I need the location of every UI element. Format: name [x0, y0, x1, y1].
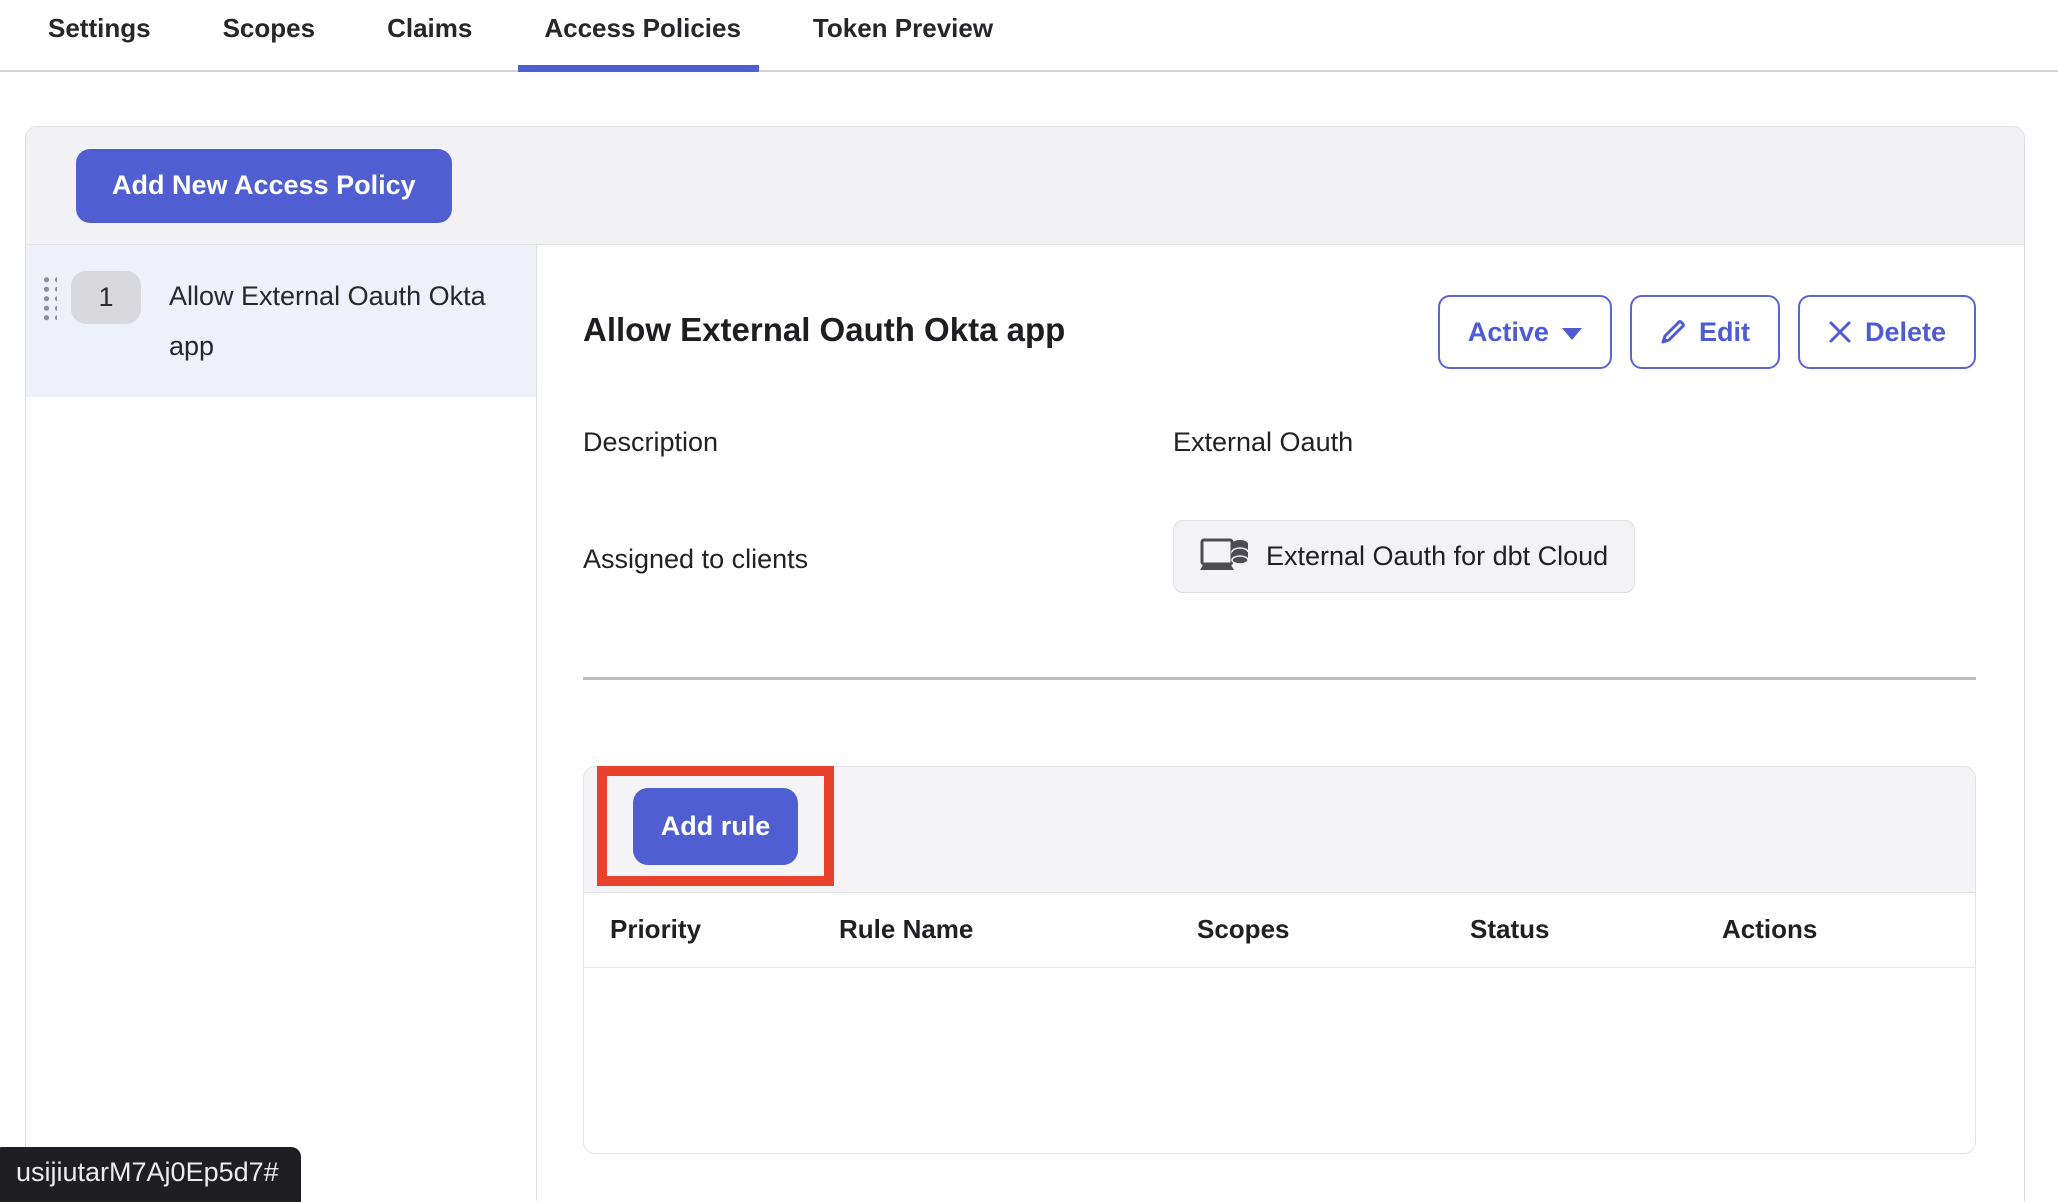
column-header-actions: Actions [1722, 893, 1975, 967]
assigned-clients-label: Assigned to clients [583, 544, 1173, 575]
panel-body: 1 Allow External Oauth Okta app Allow Ex… [26, 245, 2024, 1201]
rules-table-empty-body [584, 967, 1975, 1153]
column-header-priority: Priority [584, 893, 839, 967]
add-rule-button[interactable]: Add rule [633, 788, 798, 865]
tab-claims[interactable]: Claims [387, 13, 472, 70]
laptop-database-icon [1200, 536, 1250, 578]
policy-priority-badge: 1 [71, 271, 141, 324]
caret-down-icon [1562, 328, 1582, 340]
status-label: Active [1468, 317, 1549, 348]
tab-token-preview[interactable]: Token Preview [813, 13, 993, 70]
drag-handle-icon[interactable] [40, 274, 57, 324]
policy-detail-header: Allow External Oauth Okta app Active Edi… [583, 295, 1976, 369]
panel-header: Add New Access Policy [26, 127, 2024, 245]
policy-list: 1 Allow External Oauth Okta app [26, 245, 537, 1201]
policy-list-item-label: Allow External Oauth Okta app [169, 271, 512, 371]
tab-bar: Settings Scopes Claims Access Policies T… [0, 0, 2058, 72]
tab-settings[interactable]: Settings [48, 13, 151, 70]
column-header-status: Status [1470, 893, 1722, 967]
rules-table-header-row: Priority Rule Name Scopes Status Actions [584, 893, 1975, 967]
status-dropdown-button[interactable]: Active [1438, 295, 1612, 369]
delete-label: Delete [1865, 317, 1946, 348]
client-chip: External Oauth for dbt Cloud [1173, 520, 1635, 593]
add-new-access-policy-button[interactable]: Add New Access Policy [76, 149, 452, 223]
delete-button[interactable]: Delete [1798, 295, 1976, 369]
tab-access-policies[interactable]: Access Policies [544, 13, 741, 70]
policy-title: Allow External Oauth Okta app [583, 311, 1065, 349]
edit-label: Edit [1699, 317, 1750, 348]
column-header-rule-name: Rule Name [839, 893, 1197, 967]
client-chip-label: External Oauth for dbt Cloud [1266, 541, 1608, 572]
pencil-icon [1660, 319, 1686, 345]
close-icon [1828, 320, 1852, 344]
red-highlight-annotation: Add rule [597, 766, 834, 886]
access-policies-panel: Add New Access Policy 1 Allow External O… [25, 126, 2025, 1202]
column-header-scopes: Scopes [1197, 893, 1470, 967]
rules-table: Priority Rule Name Scopes Status Actions [584, 893, 1975, 1153]
description-value: External Oauth [1173, 427, 1976, 458]
rules-card: Add rule Priority Rule Name Scopes Statu… [583, 766, 1976, 1154]
status-bar-url-tooltip: usijiutarM7Aj0Ep5d7# [0, 1147, 301, 1202]
description-label: Description [583, 427, 1173, 458]
assigned-clients-value: External Oauth for dbt Cloud [1173, 520, 1976, 593]
tab-scopes[interactable]: Scopes [223, 13, 316, 70]
policy-fields: Description External Oauth Assigned to c… [583, 427, 1976, 593]
rules-card-header: Add rule [584, 767, 1975, 893]
policy-list-item[interactable]: 1 Allow External Oauth Okta app [26, 245, 536, 397]
policy-action-buttons: Active Edit Delete [1438, 295, 1976, 369]
section-divider [583, 677, 1976, 680]
edit-button[interactable]: Edit [1630, 295, 1780, 369]
policy-detail: Allow External Oauth Okta app Active Edi… [537, 245, 2024, 1201]
